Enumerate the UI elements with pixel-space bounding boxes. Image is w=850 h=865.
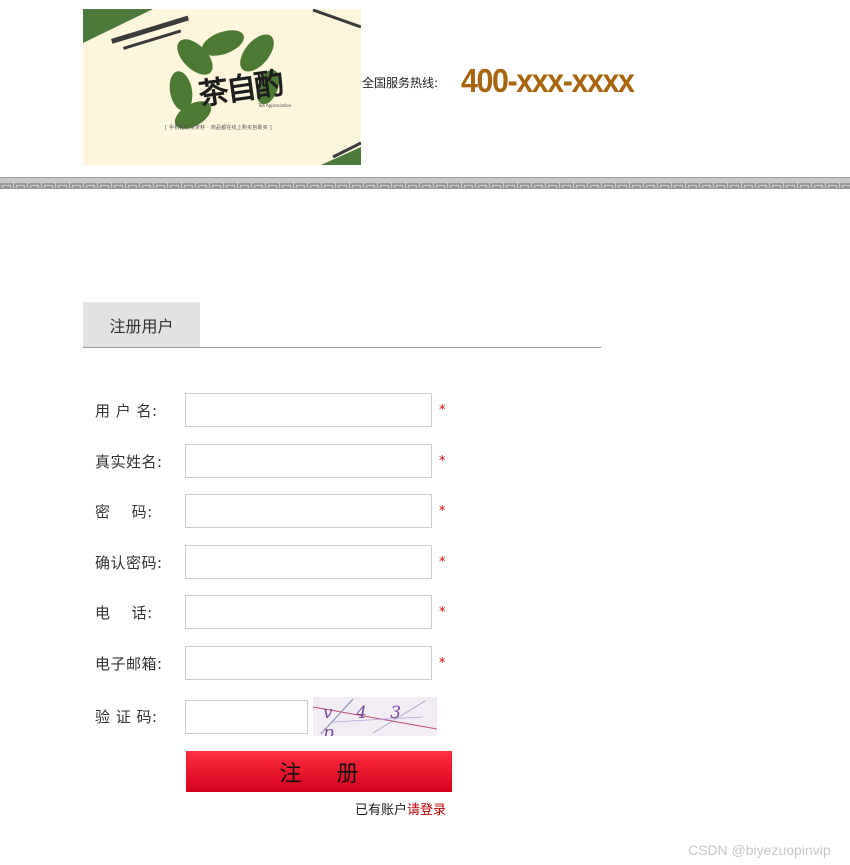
- password-input[interactable]: [185, 494, 432, 528]
- email-label: 电子邮箱:: [95, 654, 163, 673]
- tab-underline: [83, 347, 601, 348]
- login-hint-text: 已有账户: [355, 803, 408, 818]
- username-label: 用 户 名:: [95, 401, 158, 420]
- required-mark: *: [439, 503, 446, 519]
- email-input[interactable]: [185, 646, 432, 680]
- logo-sub-text: Tea Appreciation: [258, 103, 292, 108]
- form-row-captcha: 验 证 码: v 4 3 p: [95, 697, 437, 736]
- password-label: 密 码:: [95, 502, 153, 521]
- form-row-phone: 电 话: *: [95, 595, 446, 629]
- greek-key-divider: [0, 177, 850, 189]
- site-logo[interactable]: 茶自酌 Tea Appreciation [ 手机轻松采茶籽 · 商品都在线上购…: [83, 9, 361, 165]
- captcha-label: 验 证 码:: [95, 708, 158, 726]
- required-mark: *: [439, 453, 446, 469]
- register-button[interactable]: 注 册: [186, 751, 452, 792]
- confirm-password-input[interactable]: [185, 545, 432, 579]
- greek-key-pattern-icon: [0, 183, 850, 188]
- form-row-username: 用 户 名: *: [95, 393, 446, 427]
- tab-register-user[interactable]: 注册用户: [83, 302, 200, 347]
- username-input[interactable]: [185, 393, 432, 427]
- form-row-email: 电子邮箱: *: [95, 646, 446, 680]
- hotline-number: 400-xxx-xxxx: [461, 62, 635, 99]
- required-mark: *: [439, 554, 446, 570]
- form-row-password: 密 码: *: [95, 494, 446, 528]
- logo-slogan: [ 手机轻松采茶籽 · 商品都在线上购买自助买 ]: [165, 125, 272, 131]
- required-mark: *: [439, 402, 446, 418]
- phone-label: 电 话:: [95, 603, 153, 622]
- form-row-confirm-password: 确认密码: *: [95, 545, 446, 579]
- captcha-image[interactable]: v 4 3 p: [313, 697, 437, 736]
- watermark-text: CSDN @biyezuopinvip: [688, 842, 831, 858]
- realname-input[interactable]: [185, 444, 432, 478]
- registration-page: 茶自酌 Tea Appreciation [ 手机轻松采茶籽 · 商品都在线上购…: [0, 0, 850, 865]
- realname-label: 真实姓名:: [95, 452, 163, 471]
- phone-input[interactable]: [185, 595, 432, 629]
- required-mark: *: [439, 604, 446, 620]
- confirm-password-label: 确认密码:: [95, 553, 163, 572]
- required-mark: *: [439, 655, 446, 671]
- captcha-text: v 4 3 p: [323, 703, 411, 736]
- login-hint: 已有账户请登录: [355, 799, 446, 818]
- login-link[interactable]: 请登录: [407, 803, 446, 818]
- captcha-input[interactable]: [185, 699, 308, 734]
- hotline-label: 全国服务热线:: [362, 76, 439, 90]
- form-row-realname: 真实姓名: *: [95, 444, 446, 478]
